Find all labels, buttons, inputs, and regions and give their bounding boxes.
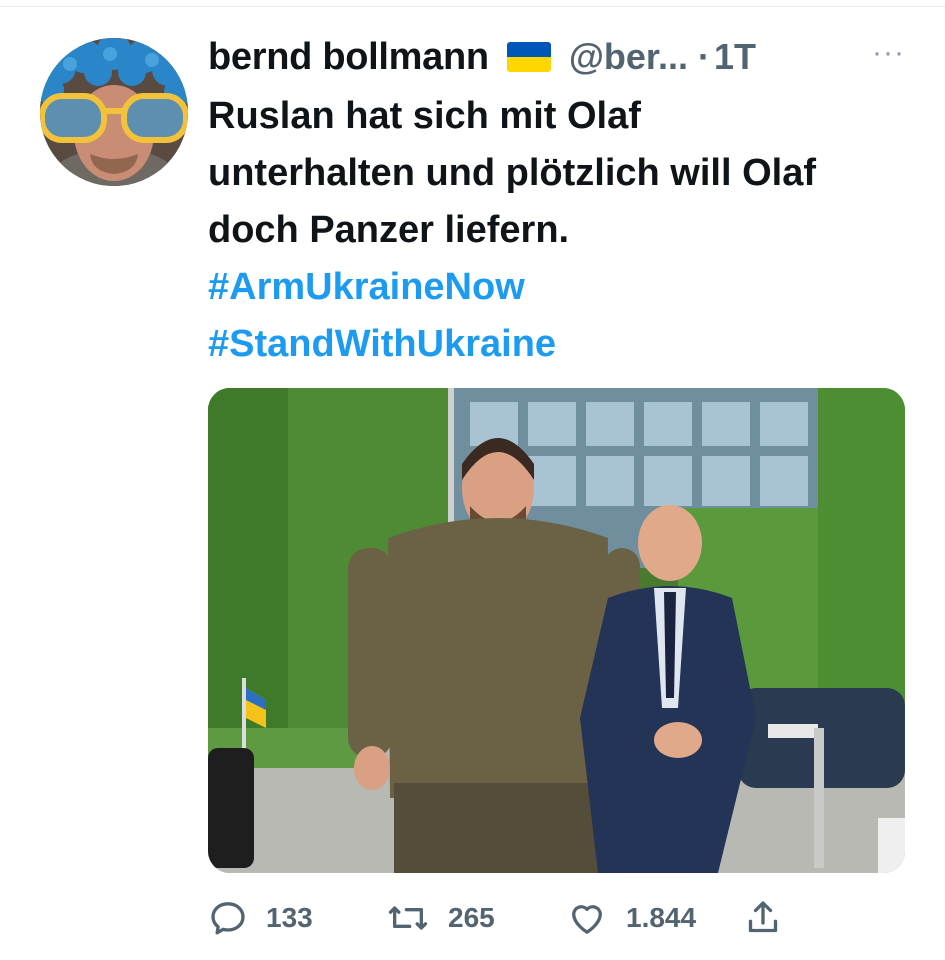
tweet-text-line: unterhalten und plötzlich will Olaf	[208, 152, 816, 194]
tweet-photo[interactable]	[208, 388, 905, 873]
photo-scene	[208, 388, 905, 873]
tweet-text-line: doch Panzer liefern.	[208, 209, 570, 251]
author-name[interactable]: bernd bollmann	[208, 36, 489, 79]
timestamp[interactable]: 1T	[714, 36, 756, 78]
heart-icon	[566, 898, 608, 938]
tweet-actions: 133 265 1.844	[208, 895, 808, 941]
hashtag-link[interactable]: #ArmUkraineNow	[208, 259, 928, 316]
like-button[interactable]: 1.844	[566, 895, 696, 941]
ukraine-flag-icon	[506, 42, 551, 72]
like-count: 1.844	[626, 902, 697, 933]
reply-count: 133	[266, 902, 313, 933]
avatar[interactable]	[40, 38, 188, 186]
more-options-icon[interactable]: ···	[872, 36, 905, 70]
reply-button[interactable]: 133	[208, 895, 313, 941]
avatar-image	[40, 38, 188, 186]
author-handle[interactable]: @ber...	[569, 36, 688, 78]
share-button[interactable]	[743, 895, 783, 941]
tweet-text-line: Ruslan hat sich mit Olaf	[208, 95, 641, 137]
retweet-count: 265	[448, 902, 495, 933]
separator: ·	[697, 36, 710, 77]
hashtag-link[interactable]: #StandWithUkraine	[208, 316, 928, 373]
top-divider	[0, 6, 945, 7]
reply-icon	[208, 898, 248, 938]
retweet-button[interactable]: 265	[386, 895, 495, 941]
tweet-header: bernd bollmann @ber... · 1T ···	[208, 32, 905, 82]
retweet-icon	[386, 898, 430, 938]
share-icon	[743, 898, 783, 938]
tweet-text: Ruslan hat sich mit Olaf unterhalten und…	[208, 88, 928, 373]
